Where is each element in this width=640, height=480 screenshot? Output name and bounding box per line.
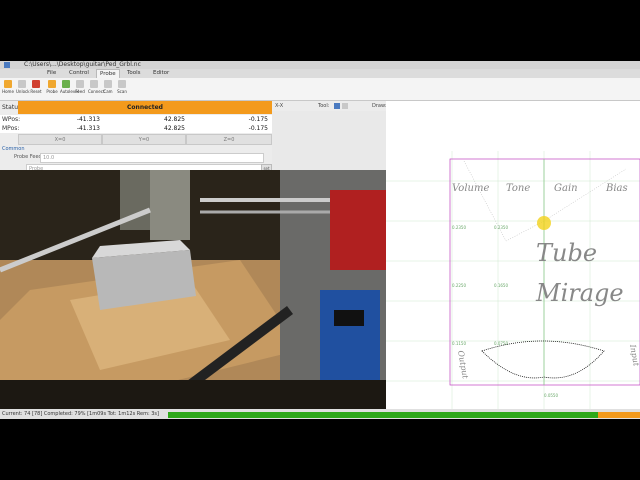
tab-file[interactable]: File [44,69,59,78]
label-gain: Gain [554,183,578,194]
home-button[interactable]: Home [2,80,14,94]
select-tool-icon[interactable] [334,103,340,109]
webcam-view [0,170,386,409]
wpos-x: -41.313 [76,116,100,123]
app-icon [4,62,10,68]
tab-control[interactable]: Control [66,69,92,78]
probe-feed-label: Probe Feed: [14,154,44,160]
probe-feed-input[interactable]: 10.0 [40,153,264,163]
bcnc-window: C:\Users\...\Desktop\guitar\Ped_Grbl.nc … [0,61,640,419]
grid-label-1: 0.2350 [452,225,466,230]
ribbon-toolbar: Home Unlock Reset Probe Autolevel Feed C… [0,78,640,101]
grid-label-5: 0.1150 [452,341,466,346]
label-bias: Bias [605,183,628,194]
script-line-1: Tube [536,239,597,267]
tool-label: Tool: [318,103,330,109]
mpos-label: MPos: [2,125,20,132]
ribbon-tabs: File Control Probe Tools Editor [0,69,640,79]
camera-icon [104,80,112,88]
letterbox-bottom [0,419,640,480]
ornament-path [481,340,605,379]
wpos-y: 42.825 [164,116,185,123]
y-zero-button[interactable]: Y=0 [102,134,186,145]
feed-button[interactable]: Feed [74,80,86,94]
x-zero-button[interactable]: X=0 [18,134,102,145]
mpos-y: 42.825 [164,125,185,132]
letterbox-top [0,0,640,61]
script-line-2: Mirage [535,279,624,307]
z-zero-button[interactable]: Z=0 [186,134,272,145]
label-input: Input [628,343,640,368]
grid-label-2: 0.2350 [494,225,508,230]
label-volume: Volume [452,183,489,194]
feed-icon [76,80,84,88]
scan-button[interactable]: Scan [116,80,128,94]
canvas-svg: Volume Tone Gain Bias Tube Mirage Output… [386,151,640,409]
wpos-label: WPos: [2,116,21,123]
mpos-z: -0.175 [248,125,268,132]
reset-icon [32,80,40,88]
wpos-z: -0.175 [248,116,268,123]
probe-button-ribbon[interactable]: Probe [46,80,58,94]
status-row: Status: Connected [0,101,272,114]
home-icon [4,80,12,88]
scan-icon [118,80,126,88]
mpos-row: MPos: -41.313 42.825 -0.175 [0,124,272,133]
webcam-svg [0,170,386,409]
connect-icon [90,80,98,88]
label-tone: Tone [506,183,530,194]
zero-row: X=0 Y=0 Z=0 [0,134,272,145]
common-section-title: Common [2,146,25,152]
autolevel-icon [62,80,70,88]
reset-button[interactable]: Reset [30,80,42,94]
mpos-x: -41.313 [76,125,100,132]
unlock-button[interactable]: Unlock [16,80,30,94]
tool-cursor [537,216,551,230]
window-title: C:\Users\...\Desktop\guitar\Ped_Grbl.nc [24,61,141,68]
progress-bar [168,412,640,418]
tab-tools[interactable]: Tools [124,69,144,78]
grid-label-4: 0.1650 [494,283,508,288]
progress-fill [168,412,598,418]
title-bar: C:\Users\...\Desktop\guitar\Ped_Grbl.nc [0,61,640,69]
grid-label-3: 0.2250 [452,283,466,288]
status-badge: Connected [18,101,272,114]
pan-tool-icon[interactable] [342,103,348,109]
tab-editor[interactable]: Editor [150,69,172,78]
grid-label-7: 0.0550 [544,393,558,398]
cam-button[interactable]: Cam [102,80,114,94]
label-output: Output [456,350,470,380]
wpos-row: WPos: -41.313 42.825 -0.175 [0,115,272,124]
draw-label: Draw: [372,103,387,109]
view-select[interactable]: X-X [275,101,283,111]
autolevel-button[interactable]: Autolevel [60,80,79,94]
connect-button[interactable]: Connect [88,80,105,94]
status-bar-text: Current: 74 [78] Completed: 79% [1m09s T… [2,411,159,417]
probe-icon [48,80,56,88]
unlock-icon [18,80,26,88]
gcode-canvas[interactable]: Volume Tone Gain Bias Tube Mirage Output… [386,101,640,409]
progress-remaining [598,412,640,418]
